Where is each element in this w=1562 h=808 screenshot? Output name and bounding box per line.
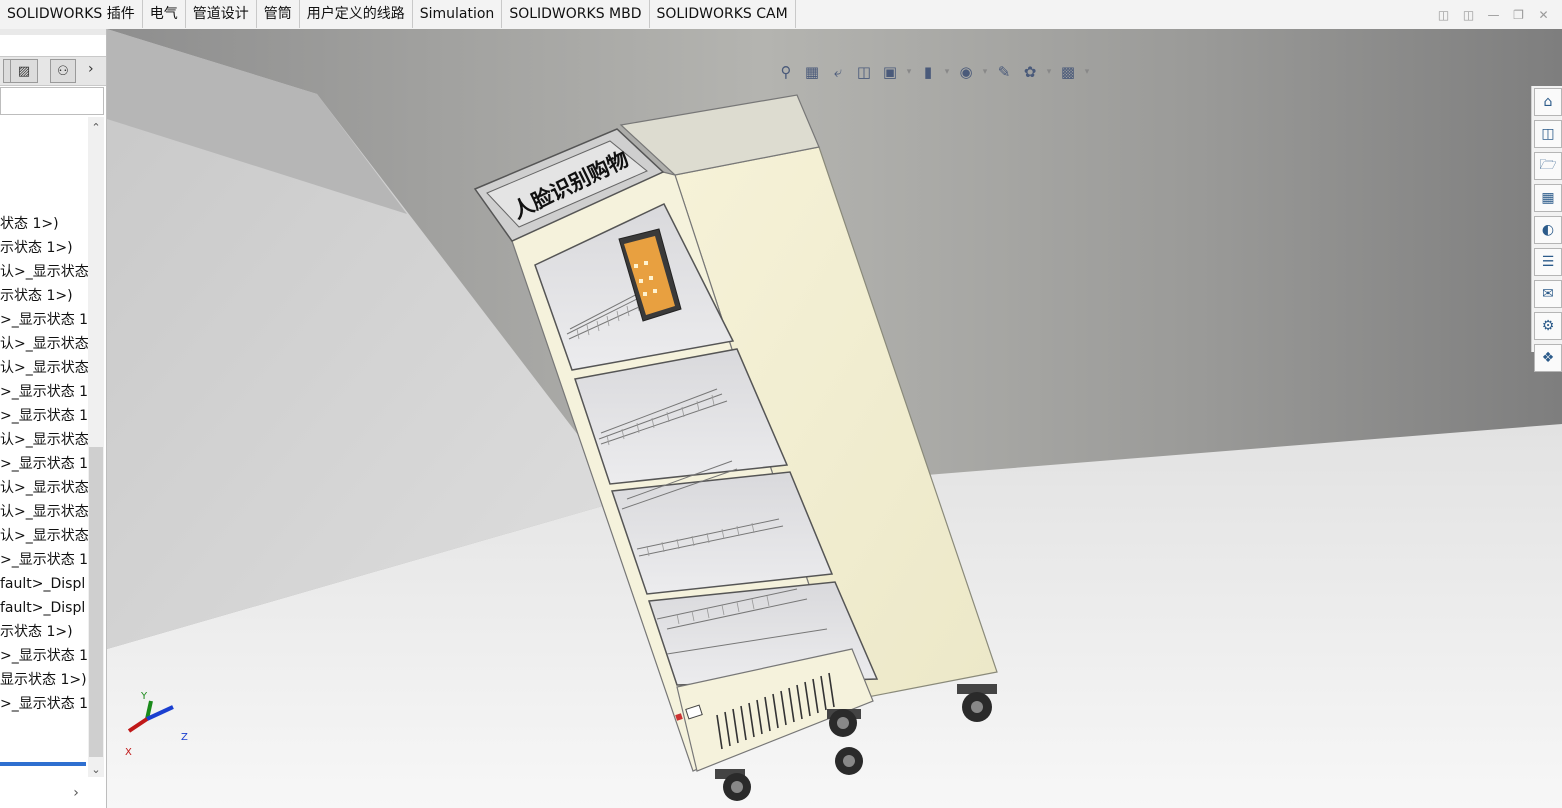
close-icon[interactable]: ✕ bbox=[1531, 0, 1556, 29]
hide-show-items-icon[interactable]: ◉ bbox=[955, 62, 977, 82]
scroll-thumb[interactable] bbox=[89, 447, 103, 757]
triad-y-label: Y bbox=[140, 691, 148, 702]
tab-piping[interactable]: 管道设计 bbox=[185, 0, 257, 28]
tree-item[interactable]: fault>_Displ bbox=[0, 572, 88, 596]
minimize-icon[interactable]: — bbox=[1481, 0, 1506, 29]
scroll-up-icon[interactable]: ⌃ bbox=[88, 119, 104, 135]
view-orientation-icon[interactable]: ▮ bbox=[917, 62, 939, 82]
tab-solidworks-mbd[interactable]: SOLIDWORKS MBD bbox=[502, 0, 650, 28]
section-view-icon[interactable]: ◫ bbox=[853, 62, 875, 82]
tree-item[interactable]: >_显示状态 1 bbox=[0, 644, 88, 668]
chevron-down-icon[interactable]: ▾ bbox=[1083, 62, 1091, 82]
tree-item[interactable]: 认>_显示状态 bbox=[0, 260, 88, 284]
view-palette-icon[interactable]: ▦ bbox=[1534, 184, 1562, 212]
restore-icon[interactable]: ❐ bbox=[1506, 0, 1531, 29]
appearances-icon[interactable]: ◐ bbox=[1534, 216, 1562, 244]
tree-scrollbar[interactable]: ⌃ ⌄ bbox=[88, 117, 104, 777]
tab-electrical[interactable]: 电气 bbox=[142, 0, 186, 28]
tree-item[interactable]: 认>_显示状态 bbox=[0, 356, 88, 380]
configuration-manager-icon[interactable]: ▨ bbox=[10, 59, 38, 83]
zoom-to-area-icon[interactable]: ▦ bbox=[801, 62, 823, 82]
tree-item[interactable]: 示状态 1>) bbox=[0, 620, 88, 644]
triad-z-label: Z bbox=[181, 732, 188, 743]
tree-item[interactable]: >_显示状态 1 bbox=[0, 404, 88, 428]
tab-tubing[interactable]: 管筒 bbox=[256, 0, 300, 28]
panel-tab-icons: ▣ ▨ ⚇ › bbox=[0, 56, 106, 86]
previous-view-icon[interactable]: ⤶ bbox=[827, 62, 849, 82]
graphics-viewport[interactable]: 人脸识别购物 Y Z X ⚲ ▦ ⤶ ◫ ▣ ▾ ▮ ▾ ◉ ▾ ✎ ✿ ▾ ▩… bbox=[107, 29, 1562, 808]
forum-icon[interactable]: ✉ bbox=[1534, 280, 1562, 308]
tree-item[interactable]: 认>_显示状态 bbox=[0, 476, 88, 500]
custom-properties-icon[interactable]: ☰ bbox=[1534, 248, 1562, 276]
edit-appearance-icon[interactable]: ✎ bbox=[993, 62, 1015, 82]
chevron-down-icon[interactable]: ▾ bbox=[1045, 62, 1053, 82]
tree-item[interactable]: 认>_显示状态 bbox=[0, 332, 88, 356]
tree-item[interactable]: 示状态 1>) bbox=[0, 236, 88, 260]
home-icon[interactable]: ⌂ bbox=[1534, 88, 1562, 116]
dynamic-annotation-icon[interactable]: ▣ bbox=[879, 62, 901, 82]
tab-solidworks-addins[interactable]: SOLIDWORKS 插件 bbox=[0, 0, 143, 28]
tree-filter-input[interactable] bbox=[0, 87, 104, 115]
scene: 人脸识别购物 Y Z X bbox=[107, 29, 1562, 808]
task-pane: ⌂ ◫ 🗁 ▦ ◐ ☰ ✉ ⚙ ❖ bbox=[1531, 86, 1562, 372]
heads-up-toolbar: ⚲ ▦ ⤶ ◫ ▣ ▾ ▮ ▾ ◉ ▾ ✎ ✿ ▾ ▩ ▾ bbox=[775, 62, 1091, 82]
tree-item[interactable]: 显示状态 1>) bbox=[0, 668, 88, 692]
design-library-icon[interactable]: ◫ bbox=[1534, 120, 1562, 148]
tab-simulation[interactable]: Simulation bbox=[412, 0, 503, 28]
tree-item[interactable]: >_显示状态 1 bbox=[0, 308, 88, 332]
scroll-right-icon[interactable]: › bbox=[66, 783, 86, 803]
add-in-icon[interactable]: ❖ bbox=[1534, 344, 1562, 372]
panel-top-strip bbox=[0, 29, 106, 35]
chevron-down-icon[interactable]: ▾ bbox=[943, 62, 951, 82]
dimxpert-icon[interactable]: ⚇ bbox=[50, 59, 76, 83]
zoom-to-fit-icon[interactable]: ⚲ bbox=[775, 62, 797, 82]
tree-item[interactable]: 认>_显示状态 bbox=[0, 500, 88, 524]
tree-item[interactable]: >_显示状态 1 bbox=[0, 548, 88, 572]
apply-scene-icon[interactable]: ✿ bbox=[1019, 62, 1041, 82]
chevron-down-icon[interactable]: ▾ bbox=[981, 62, 989, 82]
tree-item[interactable]: fault>_Displ bbox=[0, 596, 88, 620]
tools-icon[interactable]: ⚙ bbox=[1534, 312, 1562, 340]
chevron-down-icon[interactable]: ▾ bbox=[905, 62, 913, 82]
tile-left-icon[interactable]: ◫ bbox=[1431, 0, 1456, 29]
chevron-right-icon[interactable]: › bbox=[88, 61, 94, 77]
command-manager-tabs: SOLIDWORKS 插件 电气 管道设计 管筒 用户定义的线路 Simulat… bbox=[0, 0, 796, 29]
tree-item[interactable]: 示状态 1>) bbox=[0, 284, 88, 308]
tree-item[interactable]: 认>_显示状态 bbox=[0, 524, 88, 548]
tree-item[interactable]: >_显示状态 1 bbox=[0, 380, 88, 404]
tab-user-defined-routing[interactable]: 用户定义的线路 bbox=[299, 0, 413, 28]
scroll-down-icon[interactable]: ⌄ bbox=[88, 761, 104, 777]
feature-tree: 状态 1>) 示状态 1>) 认>_显示状态 示状态 1>) >_显示状态 1 … bbox=[0, 212, 88, 716]
tree-item[interactable]: 状态 1>) bbox=[0, 212, 88, 236]
window-controls: ◫ ◫ — ❐ ✕ bbox=[1431, 0, 1556, 29]
file-explorer-icon[interactable]: 🗁 bbox=[1534, 152, 1562, 180]
tab-solidworks-cam[interactable]: SOLIDWORKS CAM bbox=[649, 0, 796, 28]
tile-right-icon[interactable]: ◫ bbox=[1456, 0, 1481, 29]
selection-indicator bbox=[0, 762, 86, 766]
feature-manager-panel: ▣ ▨ ⚇ › 状态 1>) 示状态 1>) 认>_显示状态 示状态 1>) >… bbox=[0, 29, 107, 808]
view-settings-icon[interactable]: ▩ bbox=[1057, 62, 1079, 82]
tree-item[interactable]: >_显示状态 1 bbox=[0, 452, 88, 476]
tree-item[interactable]: >_显示状态 1 bbox=[0, 692, 88, 716]
triad-x-label: X bbox=[125, 747, 132, 758]
tree-item[interactable]: 认>_显示状态 bbox=[0, 428, 88, 452]
command-manager-tabbar: SOLIDWORKS 插件 电气 管道设计 管筒 用户定义的线路 Simulat… bbox=[0, 0, 1562, 30]
